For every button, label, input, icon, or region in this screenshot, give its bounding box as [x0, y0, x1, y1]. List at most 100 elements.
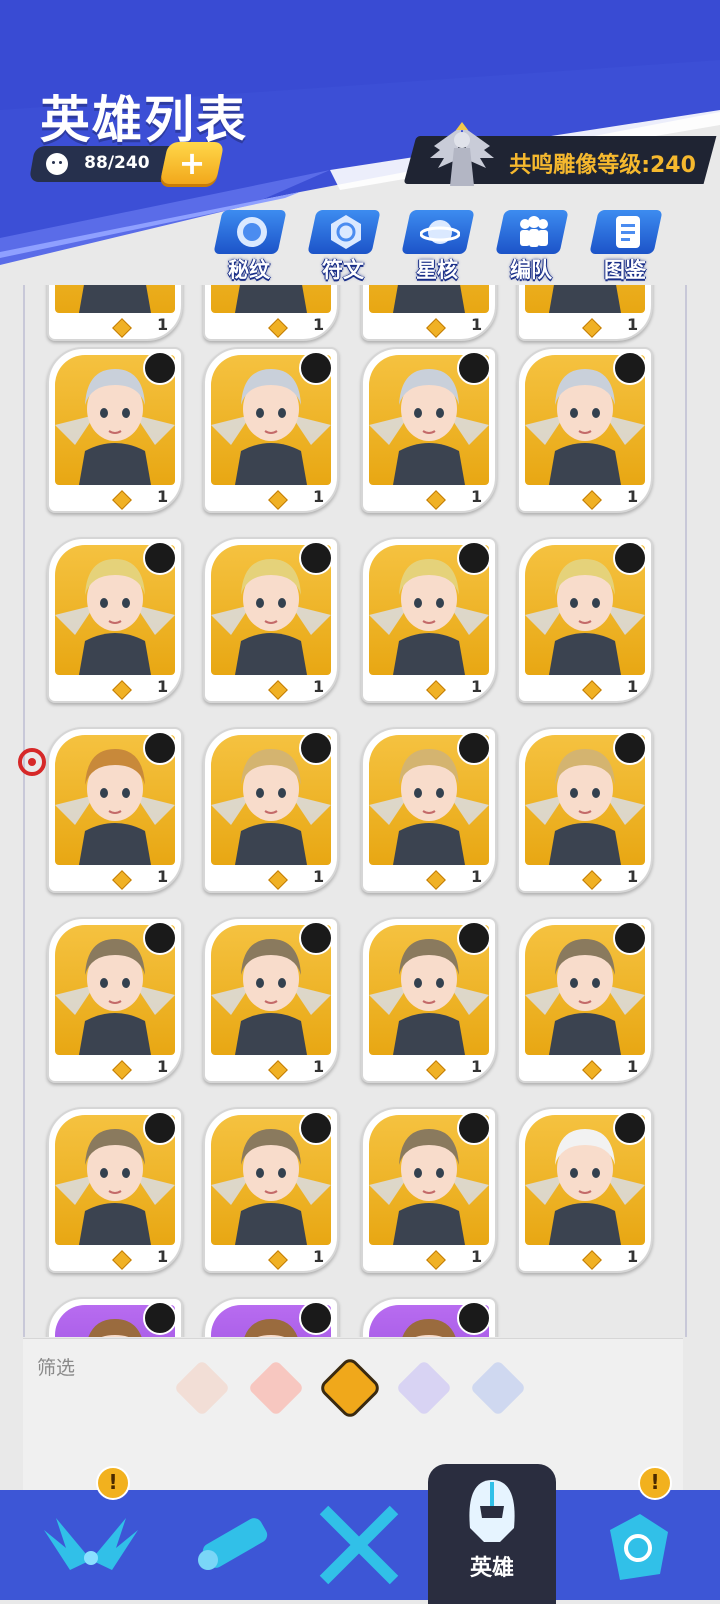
- alert-badge: !: [638, 1466, 672, 1500]
- hero-level: 1: [313, 677, 325, 696]
- filter-wings[interactable]: [321, 1359, 379, 1417]
- hero-card[interactable]: 1: [517, 537, 653, 703]
- hero-level: 1: [471, 1057, 483, 1076]
- filter-horns[interactable]: [395, 1359, 453, 1417]
- alert-badge: !: [96, 1466, 130, 1500]
- page-title: 英雄列表: [40, 91, 248, 149]
- add-slots-button[interactable]: +: [159, 142, 225, 184]
- hero-card[interactable]: 1: [361, 1107, 497, 1273]
- hero-card[interactable]: 1: [203, 537, 339, 703]
- tab-formation[interactable]: 编队: [492, 206, 570, 286]
- hero-card[interactable]: 1: [47, 1297, 183, 1337]
- team-icon: [520, 216, 548, 247]
- tab-label: 图鉴: [604, 258, 646, 282]
- skull-icon: [46, 153, 68, 175]
- mage-icon: [457, 541, 491, 575]
- hero-card[interactable]: 1: [517, 917, 653, 1083]
- stone-icon[interactable]: [580, 1490, 690, 1600]
- hero-level: 1: [313, 1247, 325, 1266]
- archer-icon: [613, 731, 647, 765]
- hero-card[interactable]: 1: [47, 1107, 183, 1273]
- filter-label: 筛选: [37, 1357, 76, 1379]
- archer-icon: [457, 1301, 491, 1335]
- hero-portrait: [55, 285, 175, 313]
- hero-card[interactable]: 1: [47, 347, 183, 513]
- shield-icon: [457, 351, 491, 385]
- plus-icon: +: [178, 144, 206, 182]
- hero-level: 1: [313, 1057, 325, 1076]
- tab-codex[interactable]: 图鉴: [586, 206, 664, 286]
- glyph-icon: [331, 215, 361, 249]
- hero-portrait: [211, 285, 331, 313]
- hero-level: 1: [471, 487, 483, 506]
- hero-card[interactable]: 1: [517, 727, 653, 893]
- hero-card[interactable]: 1: [203, 347, 339, 513]
- tab-label: 秘纹: [228, 258, 270, 282]
- hero-portrait: [369, 285, 489, 313]
- assassin-icon: [613, 1111, 647, 1145]
- hero-card[interactable]: 1: [203, 917, 339, 1083]
- archer-icon: [299, 921, 333, 955]
- statue-icon: [430, 122, 494, 186]
- archer-icon: [299, 1111, 333, 1145]
- nav-hero[interactable]: 英雄: [428, 1464, 556, 1604]
- hero-card[interactable]: 1: [47, 285, 183, 341]
- hero-card[interactable]: 1: [361, 285, 497, 341]
- hero-count: 88/240: [84, 153, 150, 173]
- hero-level: 1: [157, 1057, 169, 1076]
- archer-icon: [143, 1301, 177, 1335]
- hero-level: 1: [471, 1247, 483, 1266]
- hero-card[interactable]: 1: [203, 727, 339, 893]
- hero-level: 1: [157, 677, 169, 696]
- resonance-level: 共鸣雕像等级:240: [509, 153, 696, 178]
- hero-level: 1: [313, 487, 325, 506]
- tab-label: 符文: [322, 258, 364, 282]
- hero-portrait: [525, 285, 645, 313]
- header: 英雄列表 88/240 + 共鸣雕像等级:240 秘纹 符文 星核 编队 图鉴: [0, 0, 720, 300]
- mage-icon: [613, 541, 647, 575]
- archer-icon: [299, 1301, 333, 1335]
- shield-icon: [299, 351, 333, 385]
- filter-star[interactable]: [247, 1359, 305, 1417]
- tab-star-core[interactable]: 星核: [398, 206, 476, 286]
- scroll-icon[interactable]: [180, 1490, 290, 1600]
- hero-level: 1: [627, 677, 639, 696]
- rune-icon: [237, 217, 267, 247]
- hero-card[interactable]: 1: [361, 1297, 497, 1337]
- hero-card[interactable]: 1: [517, 347, 653, 513]
- hero-card[interactable]: 1: [517, 285, 653, 341]
- tab-runes[interactable]: 符文: [304, 206, 382, 286]
- wings-icon[interactable]: [36, 1490, 146, 1600]
- hero-card[interactable]: 1: [361, 727, 497, 893]
- tab-mystic[interactable]: 秘纹: [210, 206, 288, 286]
- hero-card[interactable]: 1: [361, 917, 497, 1083]
- hero-list[interactable]: 111111111111111111111111111: [23, 285, 687, 1337]
- filter-wave[interactable]: [469, 1359, 527, 1417]
- mage-icon: [299, 541, 333, 575]
- hero-card[interactable]: 1: [361, 537, 497, 703]
- hero-card[interactable]: 1: [47, 727, 183, 893]
- hero-card[interactable]: 1: [47, 537, 183, 703]
- shield-icon: [143, 351, 177, 385]
- hero-level: 1: [157, 1247, 169, 1266]
- hero-card[interactable]: 1: [47, 917, 183, 1083]
- shield-icon: [613, 351, 647, 385]
- hero-level: 1: [157, 315, 169, 334]
- hero-card[interactable]: 1: [361, 347, 497, 513]
- tab-label: 星核: [416, 258, 458, 282]
- archer-icon: [457, 921, 491, 955]
- hero-card[interactable]: 1: [203, 1297, 339, 1337]
- archer-icon: [299, 731, 333, 765]
- filter-all-classes[interactable]: [173, 1359, 231, 1417]
- swords-icon[interactable]: [304, 1490, 414, 1600]
- hero-level: 1: [627, 487, 639, 506]
- hero-level: 1: [627, 867, 639, 886]
- archer-icon: [143, 921, 177, 955]
- hero-card[interactable]: 1: [203, 285, 339, 341]
- hero-level: 1: [157, 867, 169, 886]
- hero-level: 1: [313, 867, 325, 886]
- hero-level: 1: [157, 487, 169, 506]
- hero-card[interactable]: 1: [203, 1107, 339, 1273]
- bottom-navigation: 英雄: [0, 1464, 720, 1604]
- hero-card[interactable]: 1: [517, 1107, 653, 1273]
